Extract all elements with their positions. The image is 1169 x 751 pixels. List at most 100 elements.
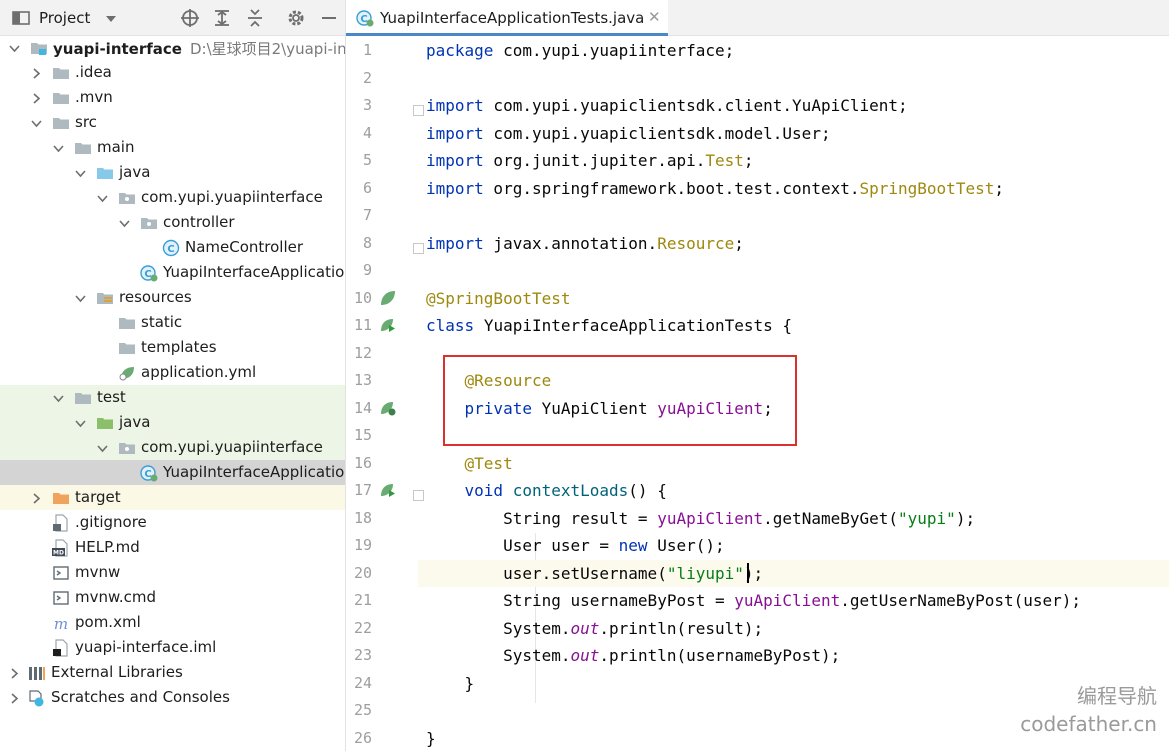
- tree-item-label: com.yupi.yuapiinterface: [141, 438, 323, 456]
- tree-item[interactable]: yuapi-interface D:\星球项目2\yuapi-inte: [0, 35, 345, 60]
- chevron-down-icon[interactable]: [118, 216, 131, 229]
- code-line[interactable]: import com.yupi.yuapiclientsdk.client.Yu…: [418, 92, 1169, 119]
- chevron-down-icon[interactable]: [74, 416, 87, 429]
- code-line[interactable]: String result = yuApiClient.getNameByGet…: [418, 505, 1169, 532]
- editor-tab-bar: C YuapiInterfaceApplicationTests.java ✕: [346, 0, 1169, 36]
- editor-tab[interactable]: C YuapiInterfaceApplicationTests.java ✕: [346, 0, 668, 36]
- tree-item[interactable]: External Libraries: [0, 660, 345, 685]
- chevron-right-icon[interactable]: [30, 491, 43, 504]
- tree-item[interactable]: yuapi-interface.iml: [0, 635, 345, 660]
- code-token: out: [570, 646, 600, 665]
- tree-item[interactable]: java: [0, 410, 345, 435]
- tree-item[interactable]: C YuapiInterfaceApplicatio: [0, 260, 345, 285]
- tree-item[interactable]: test: [0, 385, 345, 410]
- code-keyword: import: [426, 123, 484, 143]
- tree-item[interactable]: C NameController: [0, 235, 345, 260]
- navigate-bean-icon[interactable]: [379, 399, 397, 417]
- line-number: 20: [353, 563, 372, 582]
- chevron-down-icon[interactable]: [74, 291, 87, 304]
- project-view-icon[interactable]: [10, 7, 32, 33]
- code-punctuation: [426, 509, 503, 528]
- chevron-down-icon[interactable]: [96, 191, 109, 204]
- excluded-folder-icon: [52, 489, 70, 507]
- dropdown-arrow-icon[interactable]: [100, 8, 122, 30]
- code-line[interactable]: [418, 65, 1169, 92]
- code-line[interactable]: import org.springframework.boot.test.con…: [418, 175, 1169, 202]
- chevron-right-icon[interactable]: [30, 91, 43, 104]
- watermark: 编程导航 codefather.cn: [1020, 683, 1157, 739]
- code-line[interactable]: [418, 202, 1169, 229]
- code-line[interactable]: void contextLoads() {: [418, 477, 1169, 504]
- collapse-all-icon[interactable]: [244, 7, 266, 29]
- locate-icon[interactable]: [179, 7, 201, 29]
- tree-item[interactable]: .idea: [0, 60, 345, 85]
- tree-item[interactable]: .gitignore: [0, 510, 345, 535]
- tree-item-label: static: [141, 313, 183, 331]
- tree-item-label: .idea: [75, 63, 112, 81]
- code-line[interactable]: User user = new User();: [418, 532, 1169, 559]
- tree-item[interactable]: static: [0, 310, 345, 335]
- line-number: 7: [362, 206, 372, 224]
- tree-item[interactable]: target: [0, 485, 345, 510]
- line-number: 18: [353, 508, 372, 527]
- run-test-icon[interactable]: [379, 481, 397, 499]
- chevron-down-icon[interactable]: [52, 141, 65, 154]
- tree-item[interactable]: src: [0, 110, 345, 135]
- tree-item-label: target: [75, 488, 121, 506]
- code-token: contextLoads: [512, 481, 629, 500]
- code-line[interactable]: [418, 257, 1169, 284]
- tree-item[interactable]: java: [0, 160, 345, 185]
- project-panel: Project yuapi-interface D:\星球项目2\yuapi-in…: [0, 0, 346, 751]
- project-panel-title[interactable]: Project: [39, 9, 90, 27]
- tree-item-label: YuapiInterfaceApplicatio: [163, 263, 345, 281]
- code-line[interactable]: @SpringBootTest: [418, 285, 1169, 312]
- tree-item[interactable]: com.yupi.yuapiinterface: [0, 185, 345, 210]
- chevron-down-icon[interactable]: [30, 116, 43, 129]
- code-line[interactable]: System.out.println(usernameByPost);: [418, 642, 1169, 669]
- line-number: 17: [353, 481, 372, 499]
- code-line[interactable]: class YuapiInterfaceApplicationTests {: [418, 312, 1169, 339]
- close-icon[interactable]: ✕: [648, 8, 661, 26]
- tree-item[interactable]: Scratches and Consoles: [0, 685, 345, 710]
- tree-item-label: java: [119, 413, 151, 431]
- code-line[interactable]: user.setUsername("liyupi");: [418, 559, 1169, 587]
- code-line[interactable]: import com.yupi.yuapiclientsdk.model.Use…: [418, 120, 1169, 147]
- code-line[interactable]: package com.yupi.yuapiinterface;: [418, 37, 1169, 64]
- tree-item[interactable]: m pom.xml: [0, 610, 345, 635]
- gear-icon[interactable]: [285, 7, 307, 29]
- tree-item[interactable]: mvnw.cmd: [0, 585, 345, 610]
- annotation-highlight-box: [443, 355, 797, 446]
- tree-item-label: HELP.md: [75, 538, 140, 556]
- code-punctuation: [474, 316, 484, 335]
- chevron-right-icon[interactable]: [8, 691, 21, 704]
- code-line[interactable]: import javax.annotation.Resource;: [418, 230, 1169, 257]
- code-line[interactable]: import org.junit.jupiter.api.Test;: [418, 147, 1169, 174]
- tree-item[interactable]: mvnw: [0, 560, 345, 585]
- tree-item[interactable]: controller: [0, 210, 345, 235]
- code-line[interactable]: @Test: [418, 450, 1169, 477]
- line-number: 10: [353, 288, 372, 307]
- tree-item[interactable]: resources: [0, 285, 345, 310]
- chevron-down-icon[interactable]: [74, 166, 87, 179]
- line-number: 21: [353, 591, 372, 609]
- tree-item[interactable]: C YuapiInterfaceApplicatio: [0, 460, 345, 485]
- chevron-right-icon[interactable]: [30, 66, 43, 79]
- tree-item[interactable]: templates: [0, 335, 345, 360]
- tree-item[interactable]: application.yml: [0, 360, 345, 385]
- run-test-icon[interactable]: [379, 316, 397, 334]
- code-line[interactable]: String usernameByPost = yuApiClient.getU…: [418, 587, 1169, 614]
- chevron-down-icon[interactable]: [52, 391, 65, 404]
- chevron-right-icon[interactable]: [8, 666, 21, 679]
- expand-all-icon[interactable]: [211, 7, 233, 29]
- chevron-down-icon[interactable]: [8, 41, 21, 54]
- chevron-down-icon[interactable]: [96, 441, 109, 454]
- minimize-icon[interactable]: [318, 7, 340, 29]
- tree-item[interactable]: MD HELP.md: [0, 535, 345, 560]
- code-token: @SpringBootTest: [426, 288, 571, 308]
- tree-item[interactable]: .mvn: [0, 85, 345, 110]
- tree-item-label: External Libraries: [51, 663, 183, 681]
- tree-item[interactable]: main: [0, 135, 345, 160]
- spring-class-icon: C: [356, 9, 374, 31]
- code-line[interactable]: System.out.println(result);: [418, 615, 1169, 642]
- tree-item[interactable]: com.yupi.yuapiinterface: [0, 435, 345, 460]
